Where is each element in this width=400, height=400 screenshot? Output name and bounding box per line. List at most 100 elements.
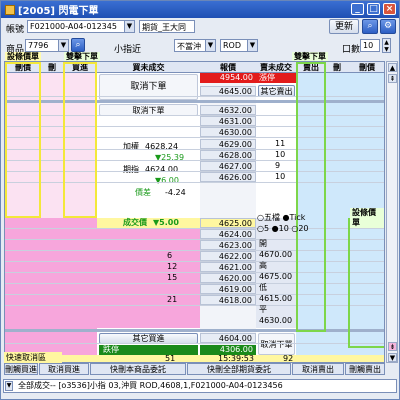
- radio-tick-icon[interactable]: ●: [283, 213, 290, 222]
- scroll-center-icon[interactable]: ⇟: [388, 342, 397, 351]
- double-click-buy-highlight: [63, 62, 97, 218]
- condition-value: 不當沖: [177, 42, 201, 51]
- limit-down-label: 跌停: [99, 345, 198, 355]
- qty-label: 口數: [342, 45, 361, 55]
- qty-stepper[interactable]: ▲ ▼: [382, 38, 391, 53]
- row-separator: [5, 126, 384, 127]
- scroll-top-icon[interactable]: ⇞: [388, 74, 397, 83]
- price-cell: 4604.00: [200, 333, 256, 343]
- buy-pending-qty: 21: [167, 295, 178, 304]
- settle-value: 4630.00: [259, 316, 293, 325]
- account-select[interactable]: F021000-A04-012345 ▼: [27, 20, 135, 33]
- radio-five-icon[interactable]: ○: [257, 213, 264, 222]
- tick-label: Tick: [289, 213, 306, 222]
- weighted-label: 加權: [123, 142, 139, 151]
- row-separator: [5, 283, 384, 284]
- cancel-sell-order-button[interactable]: 取消下單: [258, 333, 295, 355]
- quick-delete-all-futures-button[interactable]: 快刪全部期貨委託: [187, 363, 291, 375]
- buy-pending-qty: 15: [167, 273, 178, 282]
- time-display: 15:39:53: [218, 354, 254, 363]
- high-label: 高: [259, 261, 267, 270]
- price-cell: 4629.00: [200, 139, 256, 149]
- status-dropdown-icon[interactable]: ▼: [5, 381, 13, 391]
- header-sell-pending: 賣未成交: [256, 62, 296, 73]
- row-separator: [5, 294, 384, 295]
- condition-select[interactable]: 不當沖 ▼: [174, 39, 216, 52]
- price-cell: 4625.00: [200, 218, 256, 228]
- product-search-icon[interactable]: ⌕: [71, 38, 85, 52]
- sell-pending-qty: 9: [275, 161, 281, 170]
- chevron-down-icon: ▼: [58, 40, 68, 51]
- last-price-label: 成交價: [123, 218, 147, 227]
- price-cell: 4627.00: [200, 161, 256, 171]
- cancel-buy-button[interactable]: 取消買進: [39, 363, 89, 375]
- settle-label: 平: [259, 305, 267, 314]
- cancel-sell-button[interactable]: 取消賣出: [292, 363, 344, 375]
- status-bar: ▼ 全部成交-- [o3536]小指 03,沖買 ROD,4608,1,F021…: [3, 379, 397, 393]
- row-separator: [5, 261, 384, 262]
- radio-10-icon[interactable]: ●: [272, 224, 279, 233]
- row-separator: [5, 171, 384, 172]
- low-label: 低: [259, 283, 267, 292]
- app-icon: [5, 4, 15, 15]
- flash-order-window: [2005] 閃電下單 _ □ × 帳號 F021000-A04-012345 …: [0, 0, 400, 400]
- low-value: 4615.00: [259, 294, 293, 303]
- basis-value: -4.24: [165, 188, 186, 197]
- price-cell: 4621.00: [200, 262, 256, 272]
- product-name: 小指近: [114, 45, 142, 55]
- window-title: [2005] 閃電下單: [18, 6, 99, 17]
- close-icon[interactable]: ×: [383, 3, 396, 15]
- price-cell: 4645.00: [200, 86, 256, 96]
- sell-pending-qty: 11: [275, 139, 286, 148]
- radio-5-label: 5: [263, 224, 270, 233]
- delete-trigger-sell-button[interactable]: 刪觸賣出: [345, 363, 385, 375]
- high-value: 4675.00: [259, 272, 293, 281]
- product-code-input[interactable]: 7796 ▼: [25, 39, 69, 52]
- scroll-down-icon[interactable]: ▼: [388, 353, 397, 362]
- row-separator: [5, 149, 384, 150]
- delete-trigger-buy-button[interactable]: 刪觸買進: [4, 363, 38, 375]
- scroll-up-icon[interactable]: ▲: [388, 63, 397, 72]
- search-icon[interactable]: ⌕: [362, 19, 378, 34]
- ladder-scrollbar[interactable]: ▲ ⇞ ⇟ ▼: [386, 61, 398, 363]
- order-type-value: ROD: [223, 41, 242, 50]
- tick-mode-row: ○五檔 ●Tick: [257, 212, 327, 223]
- row-separator: [5, 272, 384, 273]
- settings-icon[interactable]: ⚙: [380, 19, 396, 34]
- row-separator: [5, 228, 384, 229]
- sell-pending-qty: 10: [275, 150, 286, 159]
- row-separator: [5, 96, 384, 97]
- trigger-price-buy-highlight: [5, 62, 41, 218]
- last-price-row-bg: [97, 218, 200, 228]
- chevron-down-icon: ▼: [247, 40, 257, 51]
- price-cell: 4628.00: [200, 150, 256, 160]
- header-sell-num: 刪: [326, 62, 348, 73]
- radio-5-icon[interactable]: ○: [257, 224, 264, 233]
- chevron-down-icon: ▼: [205, 40, 215, 51]
- minimize-icon[interactable]: _: [351, 3, 364, 15]
- quick-delete-product-button[interactable]: 快刪本商品委託: [90, 363, 186, 375]
- price-cell: 4622.00: [200, 251, 256, 261]
- ohlc-panel: 開 4670.00 高 4675.00 低 4615.00 平 4630.00: [259, 238, 295, 326]
- chevron-down-icon: ▼: [124, 21, 134, 32]
- buy-pending-lower: [97, 218, 200, 328]
- weighted-change: ▼25.39: [155, 153, 185, 162]
- header-buy-num: 刪: [41, 62, 63, 73]
- sell-pending-qty: 10: [275, 172, 286, 181]
- totals-row: [5, 355, 384, 362]
- trigger-price-sell-highlight: [348, 218, 384, 348]
- maximize-icon[interactable]: □: [367, 3, 380, 15]
- price-cell: 4632.00: [200, 105, 256, 115]
- qty-input[interactable]: 10: [360, 39, 380, 52]
- header-buy-pending: 買未成交: [97, 62, 200, 73]
- row-separator: [5, 137, 384, 138]
- header-del-sell: 刪價: [348, 62, 384, 73]
- price-cell: 4626.00: [200, 172, 256, 182]
- tick-five-label: 五檔: [263, 213, 280, 222]
- account-value: F021000-A04-012345: [30, 22, 117, 31]
- row-separator: [5, 160, 384, 161]
- buy-pending-qty: 6: [167, 251, 173, 260]
- buy-total: 51: [165, 354, 176, 363]
- refresh-button[interactable]: 更新: [329, 19, 359, 34]
- order-type-select[interactable]: ROD ▼: [220, 39, 258, 52]
